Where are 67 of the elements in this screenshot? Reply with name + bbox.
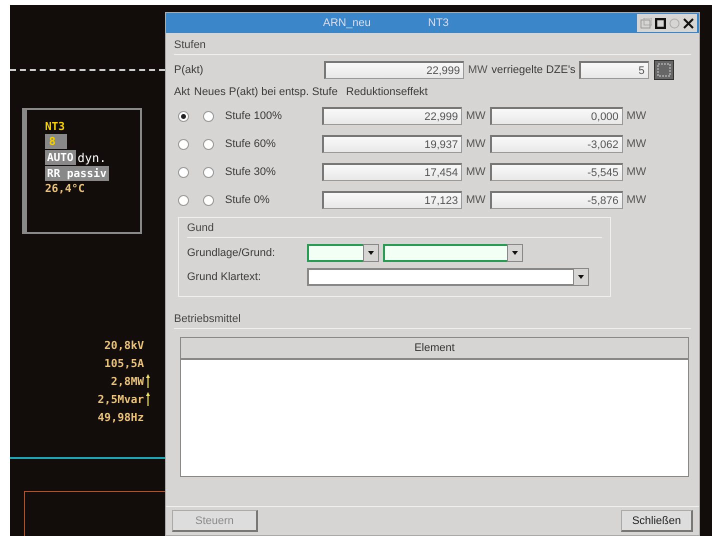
field-label: P(akt) bbox=[174, 64, 204, 76]
unit-label: MW bbox=[626, 110, 648, 122]
column-header: Akt bbox=[174, 86, 191, 98]
value-field: 17,123 bbox=[322, 191, 462, 209]
radio-button[interactable] bbox=[203, 110, 214, 122]
radio-label: Stufe 30% bbox=[225, 166, 277, 178]
maximize-icon[interactable] bbox=[655, 18, 666, 28]
value-field: -5,545 bbox=[490, 163, 623, 181]
radio-label: Stufe 100% bbox=[225, 110, 283, 122]
window-title: ARN_neu bbox=[323, 17, 371, 29]
measurement-value: 2,5Mvar bbox=[98, 392, 144, 406]
step-badge: 8 bbox=[45, 134, 67, 149]
mode-label: AUTO bbox=[45, 150, 76, 165]
caret-icon bbox=[510, 249, 520, 257]
temperature-reading: 26,4°C bbox=[45, 182, 85, 195]
value-field: 22,999 bbox=[322, 107, 462, 125]
field-label: Grund Klartext: bbox=[187, 271, 262, 283]
radio-button[interactable] bbox=[203, 166, 214, 178]
radio-label: Stufe 0% bbox=[225, 194, 271, 206]
caret-icon bbox=[576, 273, 586, 281]
unit-label: MW bbox=[465, 166, 487, 178]
radio-button[interactable] bbox=[178, 166, 189, 178]
value-field: 19,937 bbox=[322, 135, 462, 153]
dropdown-field[interactable] bbox=[383, 244, 523, 262]
status-label: RR passiv bbox=[45, 166, 109, 181]
mode-detail: dyn. bbox=[76, 151, 106, 165]
dialog-button[interactable]: Schließen bbox=[621, 510, 693, 532]
field-label: Grundlage/Grund: bbox=[187, 247, 276, 259]
dropdown-field[interactable] bbox=[307, 268, 589, 286]
value-field: 0,000 bbox=[490, 107, 623, 125]
unit-label: MW bbox=[626, 194, 648, 206]
value-field: 17,454 bbox=[322, 163, 462, 181]
radio-button[interactable] bbox=[178, 110, 189, 122]
unit-label: MW bbox=[467, 64, 489, 76]
section-title: Stufen bbox=[174, 37, 691, 55]
radio-button[interactable] bbox=[203, 194, 214, 206]
value-field: -3,062 bbox=[490, 135, 623, 153]
station-name: NT3 bbox=[45, 120, 65, 133]
field-label: verriegelte DZE's bbox=[492, 64, 576, 76]
column-header: Neues P(akt) bei entsp. Stufe bbox=[194, 86, 339, 98]
value-field: -5,876 bbox=[490, 191, 623, 209]
unit-label: MW bbox=[465, 194, 487, 206]
measurement-value: 49,98Hz bbox=[98, 410, 144, 424]
close-icon[interactable] bbox=[683, 18, 694, 28]
unit-label: MW bbox=[465, 138, 487, 150]
measurement-value: 105,5A bbox=[104, 356, 144, 370]
radio-button[interactable] bbox=[178, 194, 189, 206]
radio-button[interactable] bbox=[178, 138, 189, 150]
unit-label: MW bbox=[626, 166, 648, 178]
column-header: Reduktionseffekt bbox=[346, 86, 429, 98]
section-title: Gund bbox=[187, 220, 602, 238]
up-arrow-icon bbox=[146, 392, 150, 406]
measurement-value: 20,8kV bbox=[104, 338, 144, 352]
radio-button[interactable] bbox=[203, 138, 214, 150]
grid-button-icon[interactable] bbox=[654, 60, 674, 80]
measurement-value: 2,8MW bbox=[110, 374, 144, 388]
column-header[interactable]: Element bbox=[181, 338, 688, 360]
radio-label: Stufe 60% bbox=[225, 138, 277, 150]
unit-label: MW bbox=[465, 110, 487, 122]
value-field: 5 bbox=[578, 61, 649, 79]
section-title: Betriebsmittel bbox=[174, 311, 691, 329]
value-field: 22,999 bbox=[324, 61, 464, 79]
window-subtitle: NT3 bbox=[428, 17, 449, 29]
dropdown-field[interactable] bbox=[307, 244, 379, 262]
up-arrow-icon bbox=[146, 374, 150, 388]
caret-icon bbox=[366, 249, 376, 257]
unit-label: MW bbox=[626, 138, 648, 150]
